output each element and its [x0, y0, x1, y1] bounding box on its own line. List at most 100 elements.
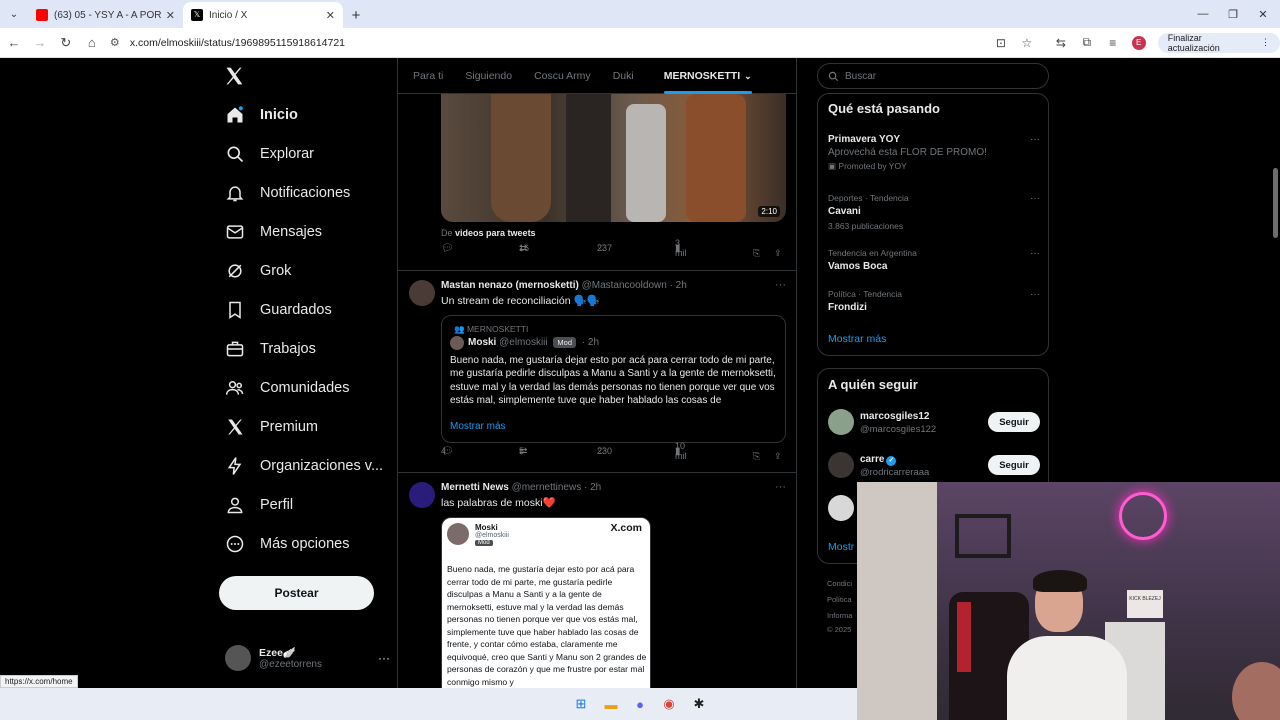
nav-item-bookmarks[interactable]: Guardados — [224, 295, 332, 325]
author-handle[interactable]: @Mastancooldown — [582, 280, 667, 291]
windows-start-icon[interactable]: ⊞ — [572, 695, 590, 713]
profile-avatar[interactable]: E — [1126, 31, 1152, 55]
more-dots-icon[interactable]: ··· — [1030, 248, 1040, 259]
post-card[interactable]: Mastan nenazo (mernosketti) @Mastancoold… — [398, 270, 796, 472]
tab-search-chevron-icon[interactable]: ⌄ — [0, 0, 28, 28]
file-explorer-icon[interactable]: ▬ — [602, 695, 620, 713]
bookmark-icon[interactable]: ⎘ — [753, 451, 760, 462]
trend-name: Cavani — [828, 206, 861, 217]
community-label: 👥 MERNOSKETTI — [454, 324, 529, 334]
nav-item-notifications[interactable]: Notificaciones — [224, 178, 350, 208]
tab-coscu-army[interactable]: Coscu Army — [534, 58, 591, 94]
back-arrow-icon[interactable]: ← — [2, 31, 26, 55]
post-time[interactable]: · 2h — [670, 280, 687, 291]
bookmark-icon[interactable]: ⎘ — [753, 248, 760, 259]
forward-arrow-icon[interactable]: → — [28, 31, 52, 55]
author-name[interactable]: Mernetti News — [441, 482, 509, 493]
mail-icon — [224, 221, 246, 243]
follow-button[interactable]: Seguir — [988, 412, 1040, 432]
tab-mernosketti[interactable]: MERNOSKETTI ⌄ — [663, 58, 752, 94]
footer-link[interactable]: Política — [827, 595, 852, 604]
show-more-link[interactable]: Mostrar más — [828, 333, 886, 345]
install-app-icon[interactable]: ⊡ — [988, 31, 1014, 55]
update-button[interactable]: Finalizar actualización ⋮ — [1157, 32, 1280, 53]
avatar[interactable] — [409, 482, 435, 508]
quoted-post[interactable]: 👥 MERNOSKETTI Moski @elmoskiii Mod · 2h … — [441, 315, 786, 443]
post-card[interactable]: Mernetti News @mernettinews · 2h ··· las… — [398, 472, 796, 688]
follow-suggestion[interactable]: marcosgiles12 @marcosgiles122 Seguir — [828, 409, 1040, 437]
nav-item-explore[interactable]: Explorar — [224, 139, 314, 169]
close-icon[interactable]: ✕ — [166, 9, 175, 22]
share-icon[interactable]: ⇪ — [774, 451, 782, 462]
tab-duki[interactable]: Duki — [613, 58, 634, 94]
nav-item-jobs[interactable]: Trabajos — [224, 334, 316, 364]
nav-item-grok[interactable]: Grok — [224, 256, 291, 286]
app-icon[interactable]: ✱ — [690, 695, 708, 713]
chrome-icon[interactable]: ◉ — [660, 695, 678, 713]
media-control-icon[interactable]: ≡ — [1100, 31, 1126, 55]
show-more-link[interactable]: Mostr — [828, 541, 854, 553]
mod-badge: Mod — [475, 540, 493, 546]
tab-siguiendo[interactable]: Siguiendo — [465, 58, 512, 94]
extensions-icon[interactable]: ⧉ — [1074, 31, 1100, 55]
translate-icon[interactable]: ⇆ — [1048, 31, 1074, 55]
home-button-icon[interactable]: ⌂ — [80, 31, 104, 55]
tab-para-ti[interactable]: Para ti — [413, 58, 443, 94]
restore-icon[interactable]: ❐ — [1216, 0, 1250, 28]
scrollbar[interactable] — [1270, 58, 1280, 482]
browser-tab-x[interactable]: 𝕏 Inicio / X ✕ — [183, 2, 343, 28]
quote-body: Bueno nada, me gustaría dejar esto por a… — [450, 355, 776, 407]
nav-item-more[interactable]: Más opciones — [224, 529, 349, 559]
share-icon[interactable]: ⇪ — [774, 248, 782, 259]
more-dots-icon[interactable]: ··· — [1030, 193, 1040, 204]
more-dots-icon[interactable]: ··· — [775, 279, 786, 291]
avatar — [225, 645, 251, 671]
trend-item[interactable]: Deportes · Tendencia Cavani 3.863 public… — [828, 193, 1040, 231]
close-window-icon[interactable]: ✕ — [1246, 0, 1280, 28]
address-bar[interactable]: ⚙ x.com/elmoskiii/status/196989511591861… — [110, 32, 988, 54]
nav-item-organizations[interactable]: Organizaciones v... — [224, 451, 383, 481]
video-source[interactable]: De videos para tweets — [441, 228, 536, 238]
trend-name: Primavera YOY — [828, 134, 901, 145]
avatar[interactable] — [409, 280, 435, 306]
browser-tab-youtube[interactable]: (63) 05 - YSY A - A POR TODO ( ✕ — [28, 2, 183, 28]
trend-item[interactable]: Primavera YOY Aprovechá esta FLOR DE PRO… — [828, 134, 1040, 172]
nav-item-communities[interactable]: Comunidades — [224, 373, 349, 403]
author-name[interactable]: Mastan nenazo (mernosketti) — [441, 280, 579, 291]
nav-item-premium[interactable]: Premium — [224, 412, 318, 442]
author-handle[interactable]: @mernettinews — [512, 482, 582, 493]
x-logo-icon[interactable] — [224, 66, 248, 90]
trend-item[interactable]: Política · Tendencia Frondizi ··· — [828, 289, 1040, 313]
star-icon[interactable]: ☆ — [1014, 31, 1040, 55]
nav-item-profile[interactable]: Perfil — [224, 490, 293, 520]
post-time[interactable]: · 2h — [584, 482, 601, 493]
show-more-link[interactable]: Mostrar más — [450, 421, 506, 432]
scrollbar-thumb[interactable] — [1273, 168, 1278, 238]
trend-item[interactable]: Tendencia en Argentina Vamos Boca ··· — [828, 248, 1040, 272]
new-tab-button[interactable]: + — [343, 2, 369, 28]
more-dots-icon[interactable]: ··· — [1030, 289, 1040, 300]
quote-header: Moski @elmoskiii Mod · 2h — [468, 337, 599, 348]
user-name: Ezee🪽 — [259, 647, 297, 659]
footer-link[interactable]: Condici — [827, 579, 852, 588]
post-button[interactable]: Postear — [219, 576, 374, 610]
search-input[interactable]: Buscar — [817, 63, 1049, 89]
follow-suggestion[interactable]: carre ✓ @rodricarreraaa Seguir — [828, 452, 1040, 480]
minimize-icon[interactable]: — — [1186, 0, 1220, 28]
footer-link[interactable]: Informa — [827, 611, 852, 620]
more-dots-icon[interactable]: ··· — [775, 481, 786, 493]
account-switcher[interactable]: Ezee🪽 @ezeetorrens ··· — [225, 640, 390, 676]
more-dots-icon[interactable]: ··· — [378, 651, 390, 665]
nav-item-home[interactable]: Inicio — [224, 100, 298, 130]
post-image[interactable]: Moski @elmoskiii Mod X.com Bueno nada, m… — [441, 517, 651, 688]
more-dots-icon[interactable]: ··· — [1030, 134, 1040, 145]
close-icon[interactable]: ✕ — [326, 9, 335, 22]
follow-button[interactable]: Seguir — [988, 455, 1040, 475]
site-settings-icon[interactable]: ⚙ — [110, 36, 130, 49]
nav-item-messages[interactable]: Mensajes — [224, 217, 322, 247]
nav-label: Notificaciones — [260, 185, 351, 201]
video-player[interactable]: 2:10 — [441, 94, 786, 222]
discord-icon[interactable]: ● — [631, 695, 649, 713]
reload-icon[interactable]: ↻ — [54, 31, 78, 55]
user-handle: @ezeetorrens — [259, 659, 322, 670]
